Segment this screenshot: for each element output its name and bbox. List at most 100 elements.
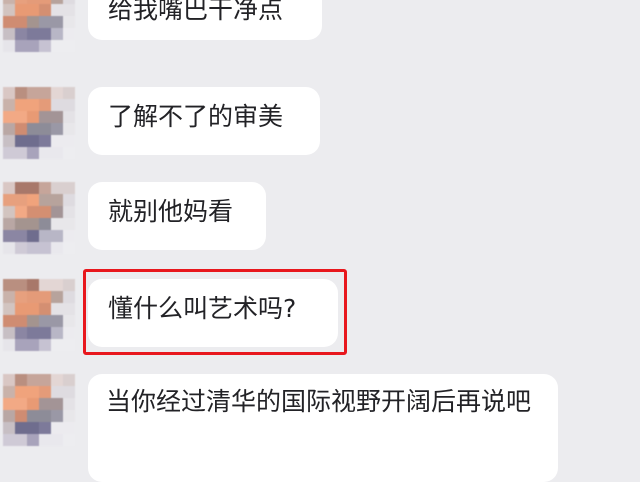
avatar-pixel	[3, 434, 15, 446]
avatar-pixel	[27, 279, 39, 291]
avatar-pixel	[27, 206, 39, 218]
avatar-pixel	[51, 291, 63, 303]
avatar-pixel	[51, 4, 63, 16]
avatar-pixel	[51, 339, 63, 351]
avatar-pixel	[63, 315, 75, 327]
avatar-pixel	[63, 194, 75, 206]
avatar-pixel	[39, 410, 51, 422]
avatar-pixel	[3, 327, 15, 339]
avatar-pixel	[3, 242, 15, 254]
avatar-pixel	[3, 4, 15, 16]
avatar-pixel	[39, 123, 51, 135]
avatar-pixel	[3, 182, 15, 194]
avatar-pixel	[15, 99, 27, 111]
avatar-pixel	[39, 339, 51, 351]
avatar-pixel	[3, 303, 15, 315]
avatar-pixel	[15, 206, 27, 218]
pixelated-avatar-icon[interactable]	[3, 0, 75, 52]
avatar-pixel	[27, 242, 39, 254]
avatar-pixel	[27, 111, 39, 123]
pixelated-avatar-icon[interactable]	[3, 87, 75, 159]
avatar-pixel	[39, 135, 51, 147]
avatar-pixel	[3, 99, 15, 111]
avatar-pixel	[39, 28, 51, 40]
avatar-pixel	[15, 279, 27, 291]
avatar-pixel	[15, 374, 27, 386]
message-bubble: 当你经过清华的国际视野开阔后再说吧	[88, 374, 558, 482]
pixelated-avatar-icon[interactable]	[3, 374, 75, 446]
avatar-pixel	[27, 434, 39, 446]
avatar-pixel	[51, 147, 63, 159]
avatar-pixel	[63, 327, 75, 339]
message-text: 当你经过清华的国际视野开阔后再说吧	[106, 387, 532, 416]
avatar-pixel	[3, 123, 15, 135]
avatar-pixel	[63, 147, 75, 159]
avatar-pixel	[27, 16, 39, 28]
avatar-pixel	[27, 87, 39, 99]
avatar-pixel	[3, 422, 15, 434]
avatar-pixel	[3, 410, 15, 422]
avatar-pixel	[51, 194, 63, 206]
avatar-pixel	[15, 315, 27, 327]
avatar-pixel	[3, 339, 15, 351]
avatar-pixel	[39, 218, 51, 230]
avatar-pixel	[39, 422, 51, 434]
avatar-pixel	[39, 374, 51, 386]
avatar-pixel	[51, 327, 63, 339]
avatar-pixel	[3, 135, 15, 147]
avatar-pixel	[3, 315, 15, 327]
avatar-pixel	[27, 422, 39, 434]
avatar-pixel	[63, 4, 75, 16]
avatar-pixel	[15, 218, 27, 230]
avatar-pixel	[63, 279, 75, 291]
avatar-pixel	[27, 410, 39, 422]
avatar-pixel	[3, 218, 15, 230]
avatar-pixel	[27, 28, 39, 40]
avatar-pixel	[51, 206, 63, 218]
avatar-pixel	[39, 194, 51, 206]
avatar-pixel	[51, 398, 63, 410]
avatar-pixel	[51, 16, 63, 28]
avatar-pixel	[51, 410, 63, 422]
avatar-pixel	[51, 422, 63, 434]
avatar-pixel	[15, 16, 27, 28]
avatar-pixel	[63, 242, 75, 254]
avatar-pixel	[3, 230, 15, 242]
avatar-pixel	[51, 123, 63, 135]
avatar-pixel	[63, 206, 75, 218]
avatar-pixel	[63, 303, 75, 315]
avatar-pixel	[27, 135, 39, 147]
avatar-pixel	[63, 291, 75, 303]
avatar-pixel	[15, 147, 27, 159]
avatar-pixel	[39, 230, 51, 242]
avatar-pixel	[39, 315, 51, 327]
avatar-pixel	[15, 327, 27, 339]
avatar-pixel	[27, 99, 39, 111]
pixelated-avatar-icon[interactable]	[3, 279, 75, 351]
message-bubble: 就别他妈看	[88, 182, 266, 250]
avatar-pixel	[3, 111, 15, 123]
avatar-pixel	[51, 303, 63, 315]
avatar-pixel	[39, 16, 51, 28]
avatar-pixel	[39, 111, 51, 123]
avatar-pixel	[15, 182, 27, 194]
avatar-pixel	[51, 279, 63, 291]
avatar-pixel	[27, 230, 39, 242]
avatar-pixel	[3, 87, 15, 99]
avatar-pixel	[39, 87, 51, 99]
avatar-pixel	[3, 374, 15, 386]
avatar-pixel	[3, 194, 15, 206]
avatar-pixel	[51, 230, 63, 242]
avatar-pixel	[15, 386, 27, 398]
message-text: 懂什么叫艺术吗?	[108, 294, 297, 323]
avatar-pixel	[39, 147, 51, 159]
avatar-pixel	[3, 279, 15, 291]
avatar-pixel	[63, 135, 75, 147]
avatar-pixel	[27, 194, 39, 206]
avatar-pixel	[51, 218, 63, 230]
avatar-pixel	[27, 182, 39, 194]
avatar-pixel	[15, 87, 27, 99]
avatar-pixel	[3, 16, 15, 28]
avatar-pixel	[63, 230, 75, 242]
pixelated-avatar-icon[interactable]	[3, 182, 75, 254]
